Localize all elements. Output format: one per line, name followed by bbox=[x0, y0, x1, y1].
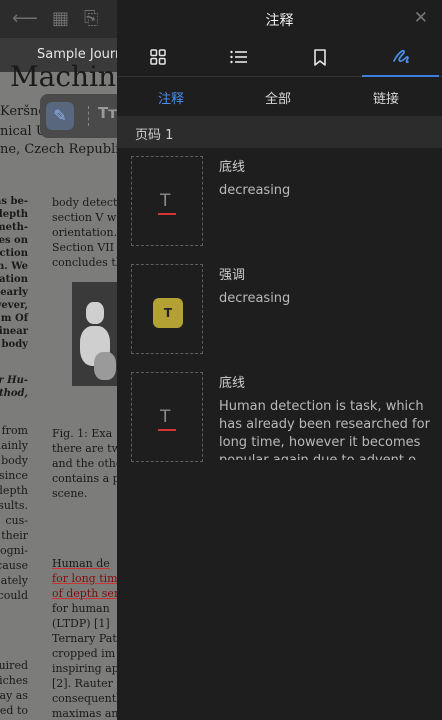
doc-line: (LTDP) [1] bbox=[52, 617, 110, 630]
page-section-label: 页码 1 bbox=[135, 128, 174, 143]
doc-line: [2]. Rauter bbox=[52, 677, 113, 690]
doc-line: their bbox=[1, 529, 28, 542]
toolbar-divider bbox=[88, 106, 90, 126]
grid-icon[interactable]: ▦ bbox=[52, 8, 69, 29]
annotation-filter-tabs: 注释 全部 链接 bbox=[117, 80, 442, 114]
doc-line: sults. bbox=[0, 499, 28, 512]
annotation-type: 底线 bbox=[219, 376, 246, 391]
doc-line: iches bbox=[0, 674, 28, 687]
highlight-type-icon: T bbox=[153, 298, 183, 328]
doc-line: and the othe bbox=[52, 457, 123, 470]
panel-header: 注释 ✕ bbox=[117, 0, 442, 36]
doc-line: could bbox=[0, 589, 28, 602]
tab-grid-view[interactable] bbox=[117, 38, 198, 76]
doc-line: nearly bbox=[0, 287, 28, 298]
doc-line: cus- bbox=[5, 514, 28, 527]
doc-line: contains a p bbox=[52, 472, 120, 485]
export-icon[interactable]: ⎘ bbox=[84, 8, 98, 29]
tab-outline[interactable] bbox=[198, 38, 279, 76]
doc-line: ethod, bbox=[0, 388, 28, 399]
annotation-type: 强调 bbox=[219, 268, 246, 283]
doc-line: has be- bbox=[0, 196, 28, 207]
annotation-thumbnail: T bbox=[131, 372, 203, 462]
doc-line: Ternary Pat bbox=[52, 632, 117, 645]
annotation-text: Human detection is task, which has alrea… bbox=[219, 399, 430, 460]
doc-line: cause bbox=[0, 559, 28, 572]
doc-line: concludes th bbox=[52, 256, 123, 269]
doc-line: m Of bbox=[0, 313, 28, 324]
doc-line: of depth sen bbox=[52, 587, 122, 600]
annotations-panel: 注释 ✕ 注释 全部 链接 页码 1 T 底线 decreasing T 强调 … bbox=[117, 0, 442, 720]
doc-line: ed to bbox=[0, 704, 28, 717]
doc-line: Human de bbox=[52, 557, 110, 570]
doc-line: since bbox=[0, 469, 28, 482]
doc-line: for long tim bbox=[52, 572, 118, 585]
panel-tabs bbox=[117, 38, 442, 77]
doc-line: for human bbox=[52, 602, 110, 615]
panel-title: 注释 bbox=[265, 13, 294, 29]
doc-line: Fig. 1: Exa bbox=[52, 427, 113, 440]
doc-line: from bbox=[1, 424, 28, 437]
doc-line: uired bbox=[0, 659, 28, 672]
back-arrow-icon[interactable]: ⟵ bbox=[12, 8, 38, 29]
grid-icon bbox=[149, 49, 166, 65]
bookmark-icon bbox=[313, 48, 326, 66]
annotation-thumbnail: T bbox=[131, 264, 203, 354]
subtab-links[interactable]: 链接 bbox=[373, 88, 399, 107]
underline-mark bbox=[158, 429, 176, 431]
subtab-annotations[interactable]: 注释 bbox=[158, 88, 184, 107]
doc-line: wever, bbox=[0, 300, 28, 311]
pen-icon bbox=[392, 49, 409, 64]
doc-line: cropped im bbox=[52, 647, 116, 660]
doc-line: es on bbox=[0, 235, 28, 246]
doc-line: orientation. bbox=[52, 226, 118, 239]
doc-line: body bbox=[1, 454, 28, 467]
doc-line: body detect bbox=[52, 196, 118, 209]
list-icon bbox=[229, 50, 247, 64]
doc-line: Section VII bbox=[52, 241, 114, 254]
doc-line: ay as bbox=[0, 689, 28, 702]
doc-line: scene. bbox=[52, 487, 88, 500]
doc-line: n. We bbox=[0, 261, 28, 272]
page-heading: Machine bbox=[10, 60, 133, 93]
doc-line: depth bbox=[0, 209, 28, 220]
doc-line: there are tw bbox=[52, 442, 121, 455]
underline-type-icon: T bbox=[160, 407, 171, 427]
doc-line: depth bbox=[0, 484, 28, 497]
doc-line: ne, Czech Republic bbox=[0, 142, 127, 157]
doc-line: meth- bbox=[0, 222, 28, 233]
annotation-text: decreasing bbox=[219, 183, 291, 198]
tab-annotations[interactable] bbox=[360, 38, 441, 77]
tab-bookmarks[interactable] bbox=[279, 38, 360, 76]
doc-line: linear bbox=[0, 326, 28, 337]
doc-line: ogni- bbox=[0, 544, 28, 557]
doc-line: section V w bbox=[52, 211, 117, 224]
underline-type-icon: T bbox=[160, 191, 171, 211]
subtab-all[interactable]: 全部 bbox=[265, 88, 291, 107]
doc-line: maximas an bbox=[52, 707, 119, 720]
page-section-header: 页码 1 bbox=[117, 116, 442, 148]
text-tool-icon[interactable]: Tт bbox=[98, 104, 117, 122]
pen-tool-icon[interactable]: ✎ bbox=[46, 102, 74, 130]
doc-line: body bbox=[1, 339, 28, 350]
close-icon[interactable]: ✕ bbox=[414, 8, 428, 28]
doc-line: tation bbox=[0, 274, 28, 285]
figure-image bbox=[72, 282, 120, 386]
doc-line: r Hu- bbox=[0, 375, 28, 386]
annotation-type: 底线 bbox=[219, 160, 246, 175]
doc-line: mainly bbox=[0, 439, 28, 452]
doc-line: ately bbox=[0, 574, 28, 587]
underline-mark bbox=[158, 213, 176, 215]
doc-line: consequentl bbox=[52, 692, 120, 705]
doc-line: ection bbox=[0, 248, 28, 259]
doc-line: inspiring ap bbox=[52, 662, 119, 675]
annotation-text: decreasing bbox=[219, 291, 291, 306]
annotation-thumbnail: T bbox=[131, 156, 203, 246]
